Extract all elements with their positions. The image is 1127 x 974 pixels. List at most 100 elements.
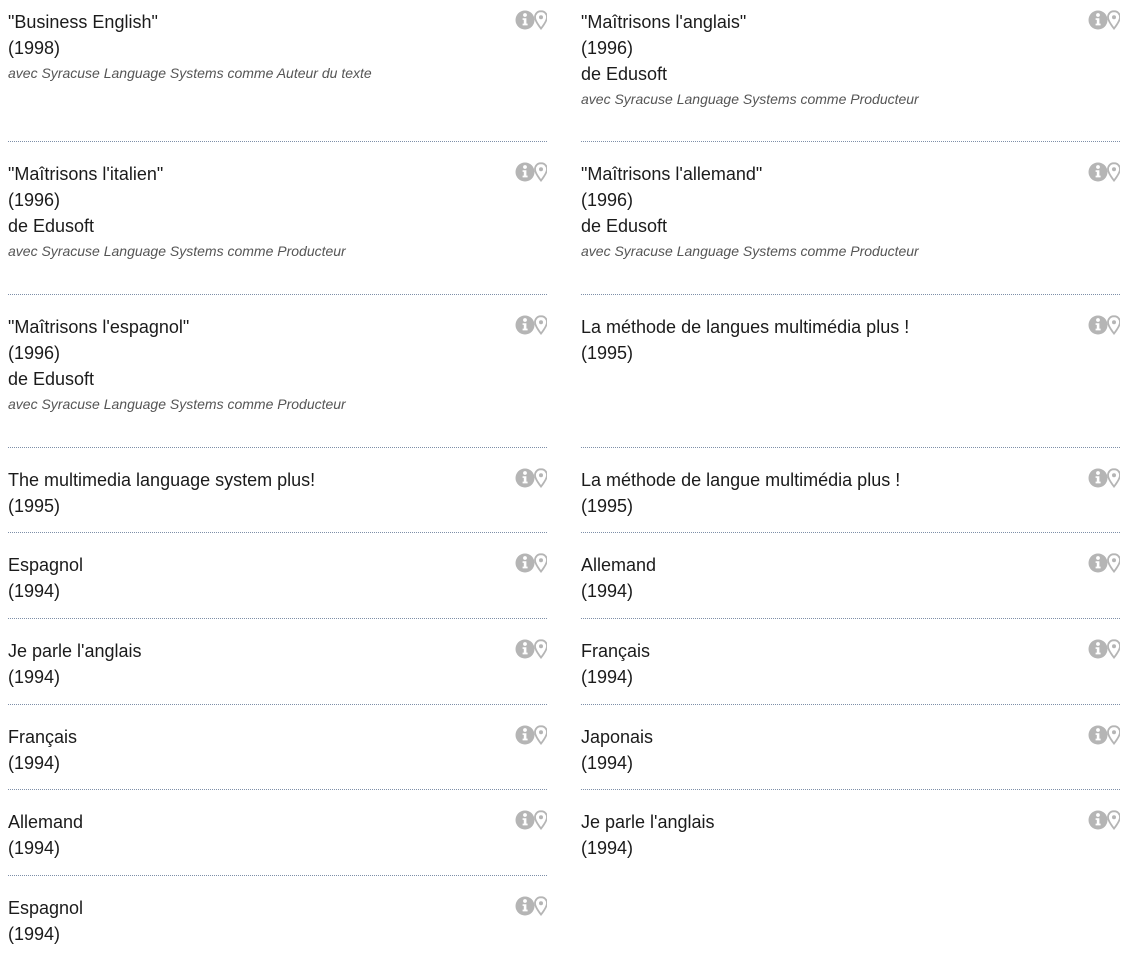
result-entry: Français (1994) [8, 715, 547, 776]
entry-title[interactable]: La méthode de langue multimédia plus ! [581, 458, 1120, 493]
entry-credit: avec Syracuse Language Systems comme Pro… [8, 396, 346, 412]
entry-publisher: de Edusoft [8, 216, 95, 236]
entry-separator [8, 447, 547, 448]
map-pin-icon[interactable] [534, 315, 547, 336]
entry-actions [1088, 724, 1120, 746]
info-icon[interactable] [1088, 725, 1108, 745]
map-pin-icon[interactable] [534, 639, 547, 660]
map-pin-icon[interactable] [534, 468, 547, 489]
result-entry: Espagnol (1994) [8, 543, 547, 604]
info-icon[interactable] [515, 810, 535, 830]
info-icon[interactable] [1088, 553, 1108, 573]
entry-actions [1088, 467, 1120, 489]
entry-separator [8, 875, 547, 876]
entry-year: (1994) [8, 924, 61, 944]
entry-title[interactable]: "Business English" [8, 0, 547, 35]
entry-actions [1088, 638, 1120, 660]
entry-separator [581, 294, 1120, 295]
entry-actions [515, 161, 547, 183]
result-entry: "Maîtrisons l'italien" (1996) de Edusoft av… [8, 152, 547, 263]
entry-title[interactable]: Allemand [8, 800, 547, 835]
entry-actions [1088, 552, 1120, 574]
entry-title[interactable]: The multimedia language system plus! [8, 458, 547, 493]
entry-year: (1996) [581, 38, 634, 58]
entry-separator [581, 532, 1120, 533]
info-icon[interactable] [515, 468, 535, 488]
map-pin-icon[interactable] [1107, 10, 1120, 31]
result-entry: Japonais (1994) [581, 715, 1120, 776]
entry-title[interactable]: Espagnol [8, 886, 547, 921]
map-pin-icon[interactable] [1107, 725, 1120, 746]
result-entry: "Maîtrisons l'allemand" (1996) de Edusoft a… [581, 152, 1120, 263]
entry-year: (1996) [581, 190, 634, 210]
entry-title[interactable]: "Maîtrisons l'allemand" [581, 152, 1120, 187]
map-pin-icon[interactable] [1107, 553, 1120, 574]
entry-year: (1994) [8, 753, 61, 773]
entry-actions [1088, 9, 1120, 31]
map-pin-icon[interactable] [1107, 162, 1120, 183]
map-pin-icon[interactable] [1107, 468, 1120, 489]
entry-actions [515, 9, 547, 31]
entry-title[interactable]: Français [8, 715, 547, 750]
entry-year: (1994) [8, 667, 61, 687]
entry-actions [515, 724, 547, 746]
entry-title[interactable]: Français [581, 629, 1120, 664]
info-icon[interactable] [515, 162, 535, 182]
map-pin-icon[interactable] [534, 10, 547, 31]
entry-year: (1996) [8, 343, 61, 363]
entry-year: (1994) [8, 581, 61, 601]
entry-title[interactable]: Je parle l'anglais [581, 800, 1120, 835]
entry-title[interactable]: Japonais [581, 715, 1120, 750]
entry-credit: avec Syracuse Language Systems comme Aut… [8, 65, 372, 81]
map-pin-icon[interactable] [1107, 810, 1120, 831]
info-icon[interactable] [1088, 468, 1108, 488]
entry-separator [581, 141, 1120, 142]
entry-year: (1995) [581, 343, 634, 363]
result-entry: "Business English" (1998) avec Syracuse La… [8, 0, 547, 85]
map-pin-icon[interactable] [534, 553, 547, 574]
info-icon[interactable] [515, 725, 535, 745]
entry-title[interactable]: Je parle l'anglais [8, 629, 547, 664]
entry-title[interactable]: La méthode de langues multimédia plus ! [581, 305, 1120, 340]
entry-separator [8, 294, 547, 295]
info-icon[interactable] [515, 10, 535, 30]
entry-year: (1994) [581, 753, 634, 773]
result-entry: "Maîtrisons l'espagnol" (1996) de Edusoft a… [8, 305, 547, 416]
entry-separator [8, 704, 547, 705]
entry-year: (1995) [8, 496, 61, 516]
entry-separator [581, 447, 1120, 448]
info-icon[interactable] [1088, 162, 1108, 182]
entry-publisher: de Edusoft [8, 369, 95, 389]
entry-year: (1995) [581, 496, 634, 516]
entry-title[interactable]: "Maîtrisons l'espagnol" [8, 305, 547, 340]
info-icon[interactable] [515, 896, 535, 916]
map-pin-icon[interactable] [534, 725, 547, 746]
entry-year: (1998) [8, 38, 61, 58]
entry-actions [1088, 161, 1120, 183]
result-entry: La méthode de langue multimédia plus ! (1… [581, 458, 1120, 519]
info-icon[interactable] [515, 553, 535, 573]
entry-actions [1088, 809, 1120, 831]
map-pin-icon[interactable] [534, 162, 547, 183]
info-icon[interactable] [1088, 315, 1108, 335]
result-entry: Je parle l'anglais (1994) [581, 800, 1120, 861]
info-icon[interactable] [515, 315, 535, 335]
entry-separator [8, 618, 547, 619]
info-icon[interactable] [515, 639, 535, 659]
entry-title[interactable]: Allemand [581, 543, 1120, 578]
map-pin-icon[interactable] [1107, 639, 1120, 660]
map-pin-icon[interactable] [1107, 315, 1120, 336]
entry-separator [581, 618, 1120, 619]
entry-actions [515, 809, 547, 831]
entry-title[interactable]: "Maîtrisons l'anglais" [581, 0, 1120, 35]
map-pin-icon[interactable] [534, 810, 547, 831]
map-pin-icon[interactable] [534, 896, 547, 917]
info-icon[interactable] [1088, 810, 1108, 830]
entry-actions [515, 552, 547, 574]
info-icon[interactable] [1088, 10, 1108, 30]
entry-title[interactable]: "Maîtrisons l'italien" [8, 152, 547, 187]
info-icon[interactable] [1088, 639, 1108, 659]
entry-year: (1994) [581, 581, 634, 601]
result-entry: Allemand (1994) [581, 543, 1120, 604]
entry-title[interactable]: Espagnol [8, 543, 547, 578]
